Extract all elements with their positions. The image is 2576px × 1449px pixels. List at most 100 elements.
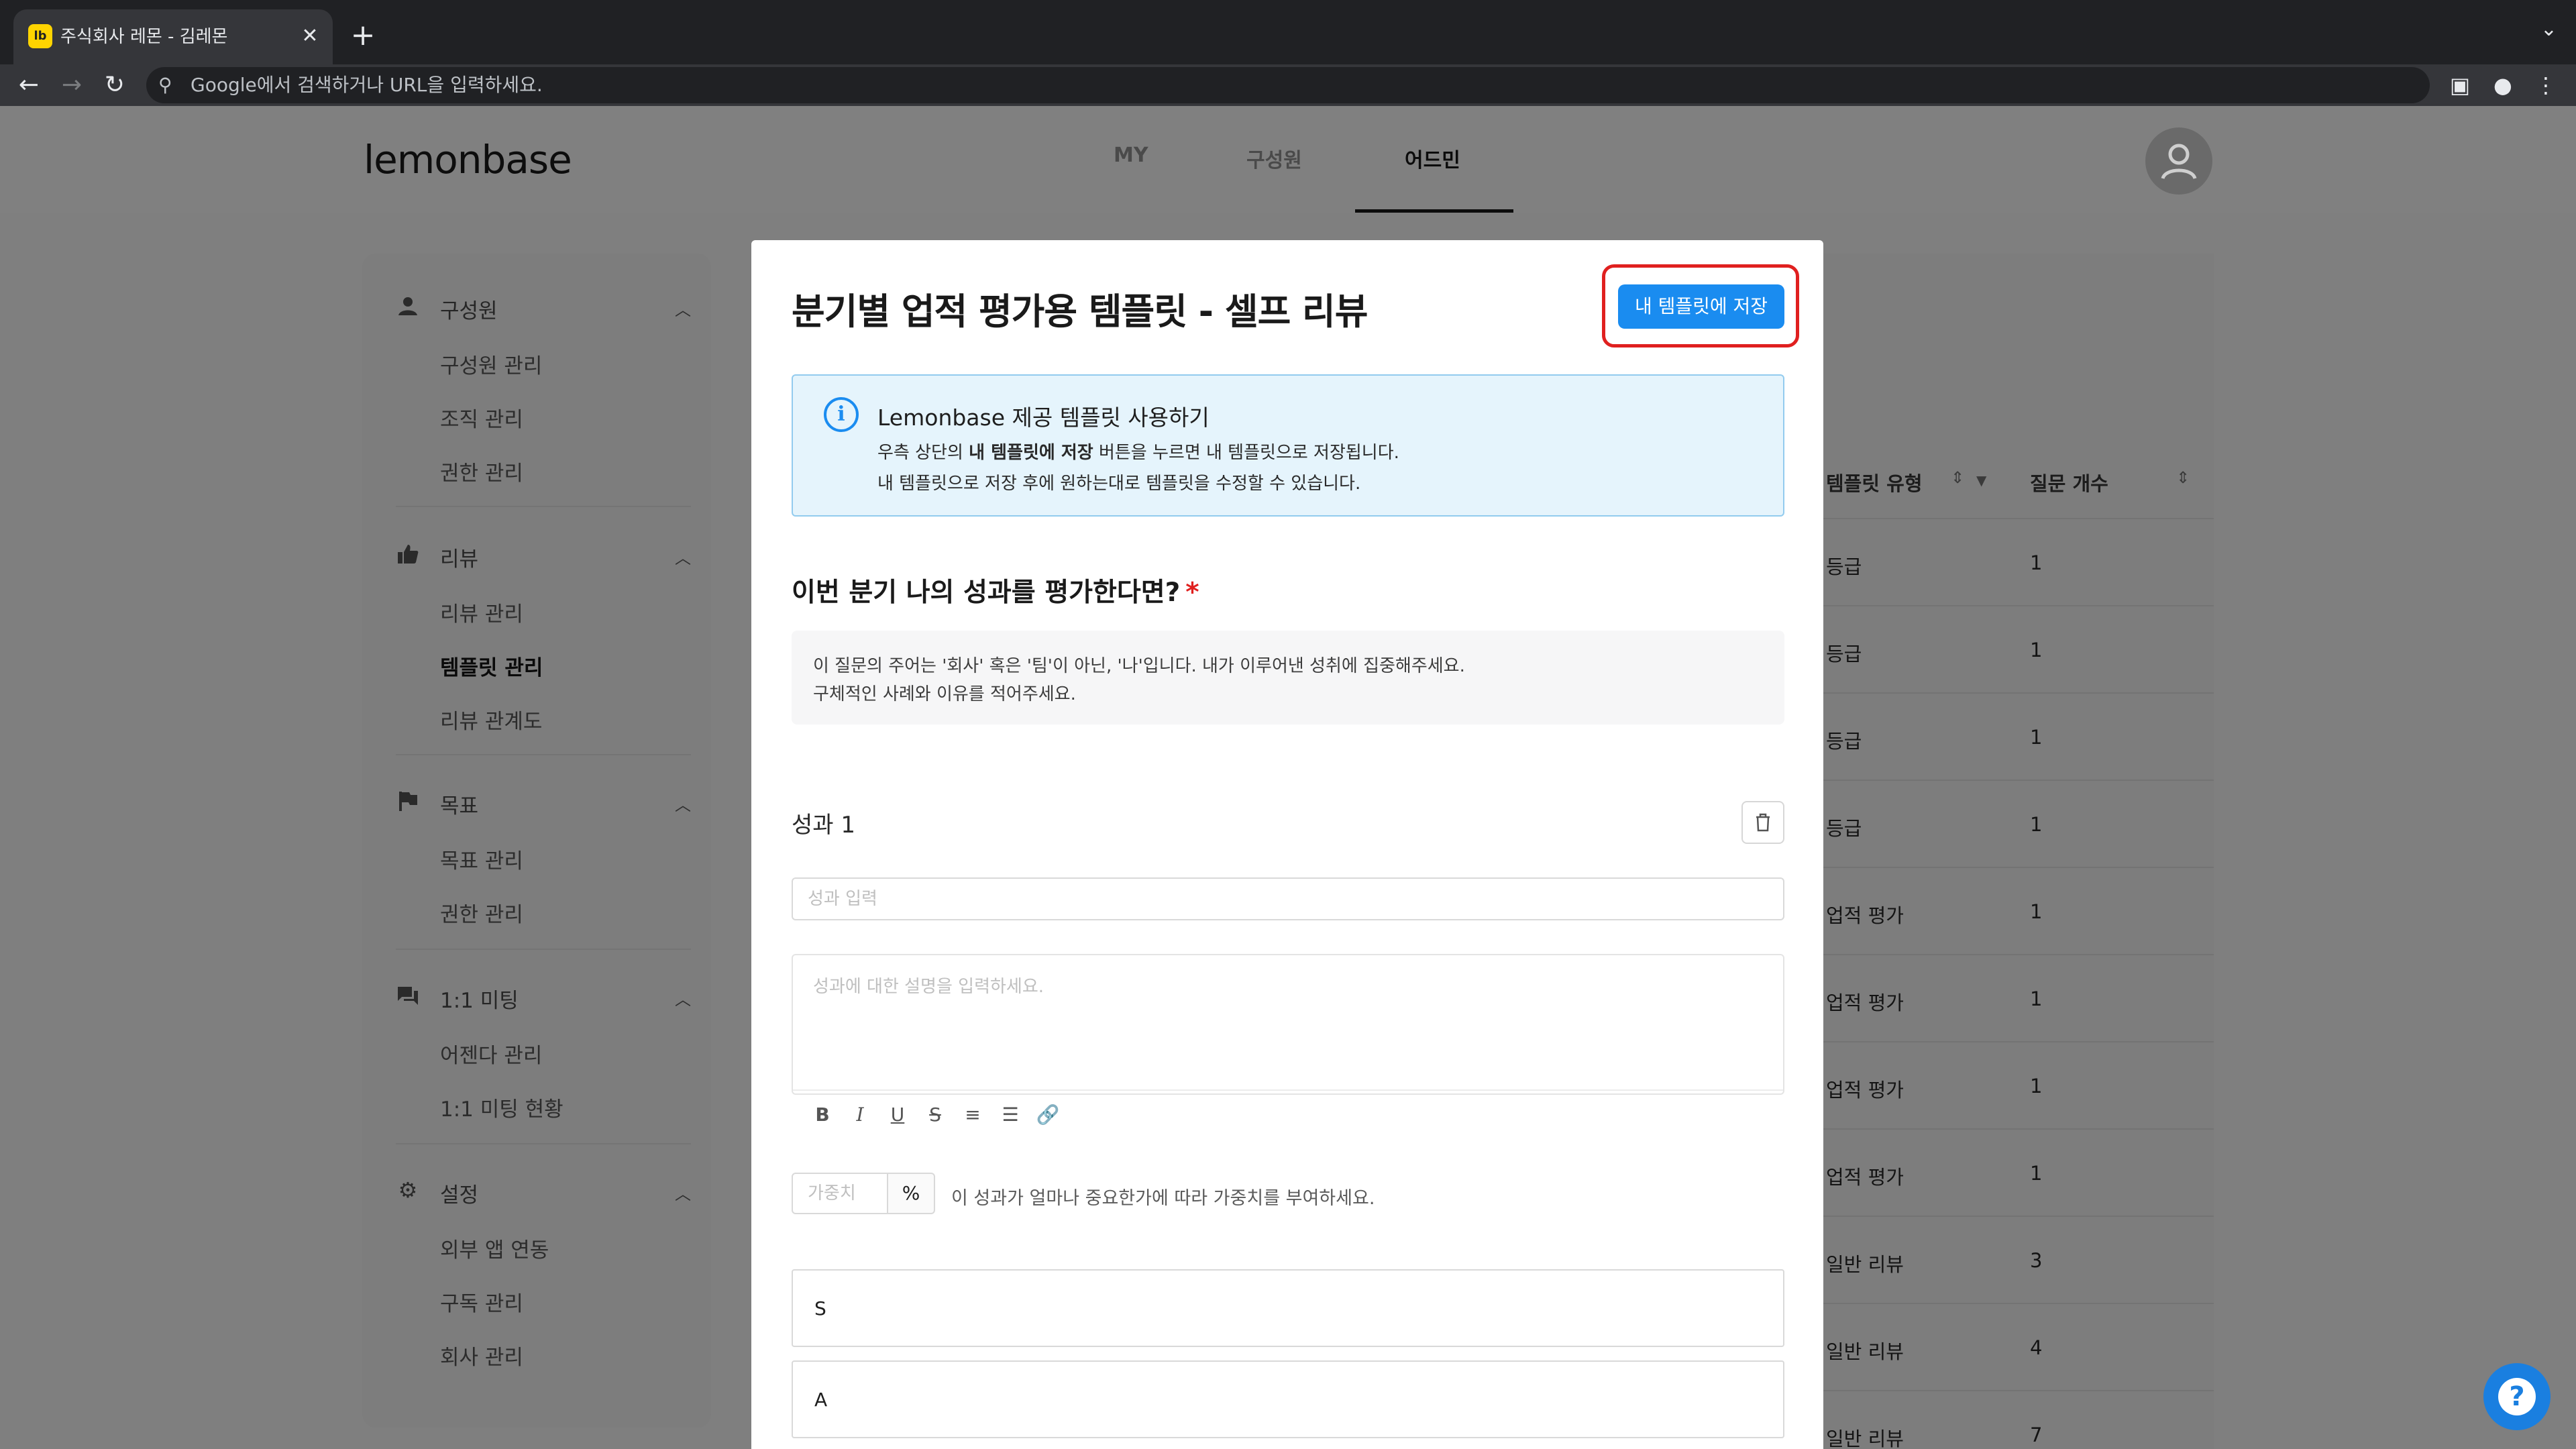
- info-line-2: 내 템플릿으로 저장 후에 원하는대로 템플릿을 수정할 수 있습니다.: [877, 474, 1361, 494]
- menu-icon[interactable]: ⋮: [2532, 71, 2560, 99]
- description-editor[interactable]: 성과에 대한 설명을 입력하세요. B I U S ≡ ☰ 🔗: [792, 954, 1784, 1126]
- italic-icon[interactable]: I: [847, 1102, 873, 1128]
- forward-icon[interactable]: →: [55, 68, 89, 102]
- person-icon: [396, 294, 420, 318]
- address-placeholder: Google에서 검색하거나 URL을 입력하세요.: [191, 74, 543, 96]
- save-to-my-templates-button[interactable]: 내 템플릿에 저장: [1618, 284, 1784, 329]
- close-icon[interactable]: ✕: [297, 23, 323, 50]
- sidebar-item-external-apps[interactable]: 외부 앱 연동: [440, 1233, 549, 1263]
- sidebar-item-goal-management[interactable]: 목표 관리: [440, 844, 523, 874]
- browser-toolbar: ← → ↻ ⚲ Google에서 검색하거나 URL을 입력하세요. ▣ ● ⋮: [0, 64, 2576, 106]
- admin-sidebar: 구성원 ︿ 구성원 관리 조직 관리 권한 관리 리뷰 ︿ 리뷰 관리 템플릿 …: [362, 254, 711, 1428]
- active-nav-indicator: [1355, 209, 1513, 213]
- info-alert: i Lemonbase 제공 템플릿 사용하기 우측 상단의 내 템플릿에 저장…: [792, 374, 1784, 517]
- link-icon[interactable]: 🔗: [1034, 1102, 1061, 1128]
- sidebar-section-goals[interactable]: 목표 ︿: [396, 782, 691, 822]
- editor-placeholder: 성과에 대한 설명을 입력하세요.: [813, 977, 1044, 997]
- column-header-question-count[interactable]: 질문 개수: [2030, 468, 2108, 496]
- chevron-up-icon: ︿: [675, 549, 691, 568]
- sort-icon[interactable]: ⇕: [1951, 468, 1964, 487]
- browser-tab-bar: lb 주식회사 레몬 - 김레몬 ✕ + ⌄: [0, 0, 2576, 64]
- delete-button[interactable]: [1741, 801, 1784, 844]
- sidebar-section-review[interactable]: 리뷰 ︿: [396, 535, 691, 576]
- nav-admin[interactable]: 어드민: [1405, 144, 1460, 173]
- thumbs-up-icon: [396, 542, 420, 566]
- new-tab-icon[interactable]: +: [346, 19, 380, 52]
- sidebar-item-org-management[interactable]: 조직 관리: [440, 402, 523, 433]
- ordered-list-icon[interactable]: ≡: [959, 1102, 986, 1128]
- sidebar-item-review-management[interactable]: 리뷰 관리: [440, 597, 523, 627]
- grade-option[interactable]: A: [792, 1360, 1784, 1438]
- sort-icon[interactable]: ⇕: [2176, 468, 2190, 487]
- app-header: lemonbase MY 구성원 어드민: [0, 106, 2576, 213]
- underline-icon[interactable]: U: [884, 1102, 911, 1128]
- browser-tab[interactable]: lb 주식회사 레몬 - 김레몬 ✕: [13, 9, 333, 64]
- search-icon: ⚲: [158, 74, 172, 96]
- info-title: Lemonbase 제공 템플릿 사용하기: [877, 405, 1210, 431]
- bullet-list-icon[interactable]: ☰: [997, 1102, 1024, 1128]
- logo[interactable]: lemonbase: [364, 137, 572, 182]
- table-cell-template-type: 등급: [1826, 643, 1862, 665]
- address-bar[interactable]: ⚲ Google에서 검색하거나 URL을 입력하세요.: [146, 67, 2430, 103]
- bold-icon[interactable]: B: [809, 1102, 836, 1128]
- profile-icon[interactable]: ●: [2489, 71, 2517, 99]
- achievement-input[interactable]: 성과 입력: [792, 877, 1784, 920]
- info-line-1: 우측 상단의 내 템플릿에 저장 버튼을 누르면 내 템플릿으로 저장됩니다.: [877, 443, 1399, 463]
- weight-unit: %: [887, 1173, 935, 1214]
- sidebar-section-members[interactable]: 구성원 ︿: [396, 287, 691, 327]
- help-icon: ?: [2498, 1378, 2536, 1415]
- flag-icon: [396, 789, 420, 813]
- sidebar-divider: [396, 754, 691, 755]
- weight-hint: 이 성과가 얼마나 중요한가에 따라 가중치를 부여하세요.: [951, 1188, 1375, 1209]
- nav-members[interactable]: 구성원: [1246, 144, 1302, 173]
- description-line: 구체적인 사례와 이유를 적어주세요.: [813, 684, 1076, 704]
- table-cell-template-type: 등급: [1826, 817, 1862, 840]
- strikethrough-icon[interactable]: S: [922, 1102, 949, 1128]
- nav-my[interactable]: MY: [1114, 144, 1148, 167]
- sidebar-divider: [396, 949, 691, 950]
- sidebar-item-meeting-status[interactable]: 1:1 미팅 현황: [440, 1092, 564, 1122]
- sidebar-section-label: 1:1 미팅: [440, 989, 519, 1013]
- sidebar-item-goal-permissions[interactable]: 권한 관리: [440, 898, 523, 928]
- chat-icon: [396, 983, 420, 1008]
- table-cell-question-count: 1: [2030, 551, 2043, 574]
- tab-search-icon[interactable]: ⌄: [2540, 17, 2557, 41]
- favicon-icon: lb: [28, 24, 52, 48]
- filter-icon[interactable]: ▼: [1976, 472, 1986, 488]
- column-header-template-type[interactable]: 템플릿 유형: [1826, 468, 1923, 496]
- grade-label: S: [814, 1297, 826, 1320]
- chevron-up-icon: ︿: [675, 990, 691, 1009]
- sidebar-section-one-on-one[interactable]: 1:1 미팅 ︿: [396, 977, 691, 1017]
- user-icon: [2161, 144, 2197, 180]
- reload-icon[interactable]: ↻: [98, 68, 131, 102]
- sidebar-item-permission-management[interactable]: 권한 관리: [440, 456, 523, 486]
- sidebar-item-member-management[interactable]: 구성원 관리: [440, 349, 542, 379]
- sidebar-item-template-management[interactable]: 템플릿 관리: [440, 651, 543, 681]
- template-preview-modal: 분기별 업적 평가용 템플릿 - 셀프 리뷰 내 템플릿에 저장 i Lemon…: [751, 240, 1823, 1449]
- sidebar-item-company[interactable]: 회사 관리: [440, 1340, 523, 1371]
- grade-option[interactable]: S: [792, 1269, 1784, 1347]
- table-cell-question-count: 1: [2030, 1075, 2043, 1097]
- table-cell-question-count: 1: [2030, 813, 2043, 836]
- table-cell-template-type: 일반 리뷰: [1826, 1428, 1904, 1449]
- table-cell-question-count: 4: [2030, 1336, 2043, 1359]
- help-button[interactable]: ?: [2483, 1363, 2551, 1430]
- sidebar-section-settings[interactable]: ⚙ 설정 ︿: [396, 1171, 691, 1212]
- sidebar-item-agenda-management[interactable]: 어젠다 관리: [440, 1038, 542, 1069]
- sidebar-item-review-relations[interactable]: 리뷰 관계도: [440, 704, 542, 735]
- table-cell-template-type: 등급: [1826, 555, 1862, 578]
- table-cell-template-type: 업적 평가: [1826, 904, 1904, 927]
- chevron-up-icon: ︿: [675, 1185, 691, 1203]
- question-title: 이번 분기 나의 성과를 평가한다면? *: [792, 578, 1199, 608]
- weight-input[interactable]: 가중치: [792, 1173, 888, 1214]
- chevron-up-icon: ︿: [675, 301, 691, 319]
- avatar[interactable]: [2145, 127, 2212, 195]
- sidebar-divider: [396, 1143, 691, 1144]
- sidebar-section-label: 목표: [440, 794, 479, 818]
- table-cell-template-type: 등급: [1826, 730, 1862, 753]
- sidebar-item-subscription[interactable]: 구독 관리: [440, 1287, 523, 1317]
- editor-toolbar: B I U S ≡ ☰ 🔗: [793, 1089, 1783, 1138]
- back-icon[interactable]: ←: [12, 68, 46, 102]
- side-panel-icon[interactable]: ▣: [2446, 71, 2474, 99]
- achievement-title: 성과 1: [792, 812, 855, 839]
